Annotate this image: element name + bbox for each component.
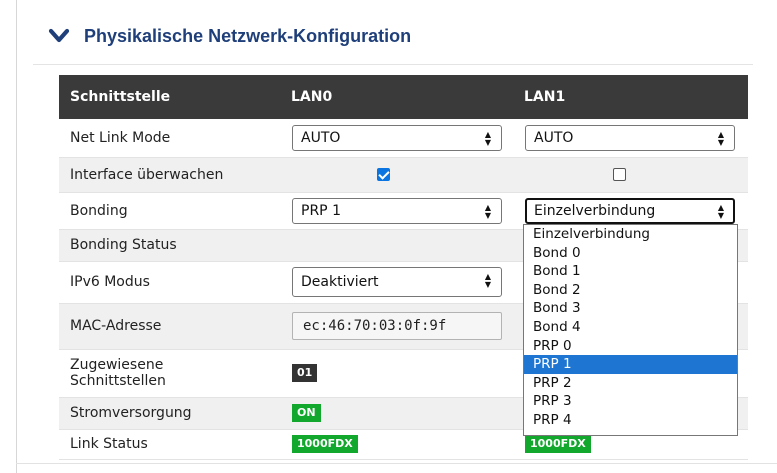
power-status-badge: ON	[292, 404, 321, 422]
lan0-net-link-mode-select[interactable]: AUTO ▲ ▼	[292, 124, 502, 151]
row-label-mac-adresse: MAC-Adresse	[59, 303, 280, 350]
select-value: Einzelverbindung	[534, 202, 656, 219]
section-title: Physikalische Netzwerk-Konfiguration	[84, 25, 412, 46]
lan1-monitor-checkbox[interactable]	[613, 168, 626, 181]
assigned-interface-badge: 01	[292, 364, 318, 382]
row-label-interface-ueberwachen: Interface überwachen	[59, 157, 280, 193]
select-value: PRP 1	[301, 202, 341, 219]
dropdown-option[interactable]: Bond 0	[524, 244, 737, 263]
row-label-ipv6-modus: IPv6 Modus	[59, 261, 280, 304]
dropdown-option[interactable]: Bond 3	[524, 299, 737, 318]
updown-arrow-icon: ▲ ▼	[717, 202, 724, 220]
select-value: AUTO	[534, 129, 574, 146]
row-label-line: Zugewiesene	[70, 357, 164, 373]
lan0-monitor-checkbox[interactable]	[377, 168, 390, 181]
column-header-lan0: LAN0	[280, 75, 513, 119]
lan0-ipv6-select[interactable]: Deaktiviert ▲ ▼	[292, 267, 502, 297]
table-header-row: Schnittstelle LAN0 LAN1	[59, 75, 748, 119]
bonding-dropdown-list[interactable]: Einzelverbindung Bond 0 Bond 1 Bond 2 Bo…	[523, 224, 738, 436]
row-label-line: Schnittstellen	[70, 373, 166, 389]
dropdown-option[interactable]: PRP 3	[524, 392, 737, 411]
lan1-bonding-select[interactable]: Einzelverbindung ▲ ▼	[525, 197, 735, 224]
section-header[interactable]: Physikalische Netzwerk-Konfiguration	[48, 22, 411, 50]
dropdown-option[interactable]: Bond 1	[524, 262, 737, 281]
updown-arrow-icon: ▲ ▼	[484, 202, 491, 220]
dropdown-option[interactable]: PRP 4	[524, 411, 737, 430]
dropdown-option[interactable]: PRP 0	[524, 337, 737, 356]
updown-arrow-icon: ▲ ▼	[484, 129, 491, 147]
dropdown-option-highlighted[interactable]: PRP 1	[524, 355, 737, 374]
column-header-schnittstelle: Schnittstelle	[59, 75, 280, 119]
chevron-down-icon[interactable]	[48, 28, 70, 44]
dropdown-option[interactable]: PRP 2	[524, 374, 737, 393]
select-value: AUTO	[301, 129, 341, 146]
row-label-bonding-status: Bonding Status	[59, 229, 280, 262]
dropdown-option[interactable]: Bond 4	[524, 318, 737, 337]
dropdown-option[interactable]: Bond 2	[524, 281, 737, 300]
updown-arrow-icon: ▲ ▼	[717, 129, 724, 147]
table-row: Net Link Mode AUTO ▲ ▼ AUTO ▲ ▼	[59, 119, 748, 158]
lan1-link-status-badge: 1000FDX	[525, 435, 591, 453]
lan0-link-status-badge: 1000FDX	[292, 435, 358, 453]
row-label-bonding: Bonding	[59, 192, 280, 230]
lan0-bonding-select[interactable]: PRP 1 ▲ ▼	[292, 197, 502, 224]
row-label-net-link-mode: Net Link Mode	[59, 119, 280, 158]
row-label-zugewiesene-schnittstellen: Zugewiesene Schnittstellen	[59, 349, 280, 398]
lan1-net-link-mode-select[interactable]: AUTO ▲ ▼	[525, 124, 735, 151]
lan0-mac-address-field[interactable]: ec:46:70:03:0f:9f	[292, 312, 502, 340]
select-value: Deaktiviert	[301, 274, 379, 290]
row-label-stromversorgung: Stromversorgung	[59, 397, 280, 430]
divider	[33, 64, 753, 65]
row-label-link-status: Link Status	[59, 429, 280, 460]
panel-border	[16, 0, 17, 473]
updown-arrow-icon: ▲ ▼	[484, 272, 491, 289]
table-row: Interface überwachen	[59, 157, 748, 193]
panel-border-bottom	[16, 463, 777, 464]
dropdown-option[interactable]: Einzelverbindung	[524, 225, 737, 244]
column-header-lan1: LAN1	[513, 75, 748, 119]
